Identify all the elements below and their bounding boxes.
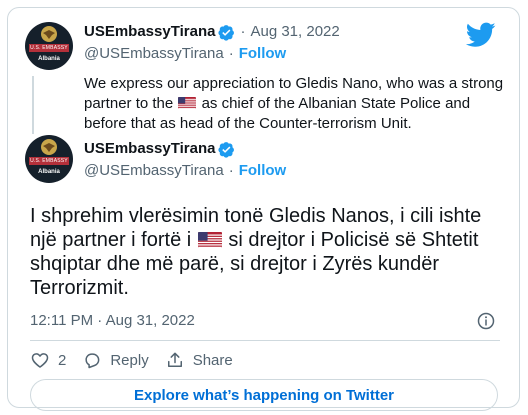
eagle-seal-icon bbox=[41, 139, 57, 155]
tweet-actions: 2 Reply Share bbox=[30, 349, 249, 371]
share-button[interactable]: Share bbox=[165, 350, 233, 370]
reply-bubble-icon bbox=[85, 353, 100, 369]
follow-button[interactable]: Follow bbox=[239, 161, 287, 181]
main-tweet-handle-row: @USEmbassyTirana · Follow bbox=[84, 161, 286, 181]
explore-twitter-button[interactable]: Explore what’s happening on Twitter bbox=[30, 379, 498, 411]
follow-button[interactable]: Follow bbox=[239, 44, 287, 64]
avatar-country: Albania bbox=[38, 56, 60, 62]
like-button[interactable]: 2 bbox=[30, 350, 66, 370]
like-count: 2 bbox=[58, 351, 67, 369]
avatar-banner: U.S. EMBASSY bbox=[29, 157, 69, 165]
main-tweet-header: USEmbassyTirana bbox=[84, 139, 235, 159]
quoted-tweet-header: USEmbassyTirana · Aug 31, 2022 bbox=[84, 22, 340, 42]
embedded-tweet-card[interactable]: U.S. EMBASSY Albania USEmbassyTirana · A… bbox=[7, 7, 520, 411]
avatar[interactable]: U.S. EMBASSY Albania bbox=[25, 22, 73, 70]
separator-dot: · bbox=[228, 162, 234, 179]
divider bbox=[30, 340, 500, 341]
thread-connector bbox=[32, 76, 34, 134]
display-name[interactable]: USEmbassyTirana bbox=[84, 139, 215, 159]
handle[interactable]: @USEmbassyTirana bbox=[84, 161, 224, 181]
heart-icon bbox=[31, 353, 49, 368]
info-icon[interactable] bbox=[477, 312, 495, 330]
handle[interactable]: @USEmbassyTirana bbox=[84, 44, 224, 64]
verified-badge-icon bbox=[218, 24, 235, 41]
share-icon bbox=[167, 352, 182, 367]
reply-label: Reply bbox=[110, 351, 149, 369]
quoted-tweet-handle-row: @USEmbassyTirana · Follow bbox=[84, 44, 286, 64]
us-flag-emoji bbox=[197, 232, 222, 248]
share-label: Share bbox=[192, 351, 233, 369]
tweet-date[interactable]: Aug 31, 2022 bbox=[250, 22, 339, 42]
eagle-seal-icon bbox=[41, 26, 57, 42]
tweet-timestamp[interactable]: 12:11 PM · Aug 31, 2022 bbox=[30, 311, 195, 331]
reply-button[interactable]: Reply bbox=[82, 350, 149, 370]
avatar[interactable]: U.S. EMBASSY Albania bbox=[25, 135, 73, 183]
main-tweet-text: I shprehim vlerësimin tonë Gledis Nanos,… bbox=[30, 204, 510, 300]
display-name[interactable]: USEmbassyTirana bbox=[84, 22, 215, 42]
us-flag-emoji bbox=[178, 97, 197, 109]
separator-dot: · bbox=[228, 45, 234, 62]
separator-dot: · bbox=[240, 23, 246, 40]
verified-badge-icon bbox=[218, 141, 235, 158]
twitter-bird-icon[interactable] bbox=[466, 22, 496, 48]
avatar-banner: U.S. EMBASSY bbox=[29, 44, 69, 52]
quoted-tweet-text: We express our appreciation to Gledis Na… bbox=[84, 74, 504, 134]
avatar-country: Albania bbox=[38, 169, 60, 175]
